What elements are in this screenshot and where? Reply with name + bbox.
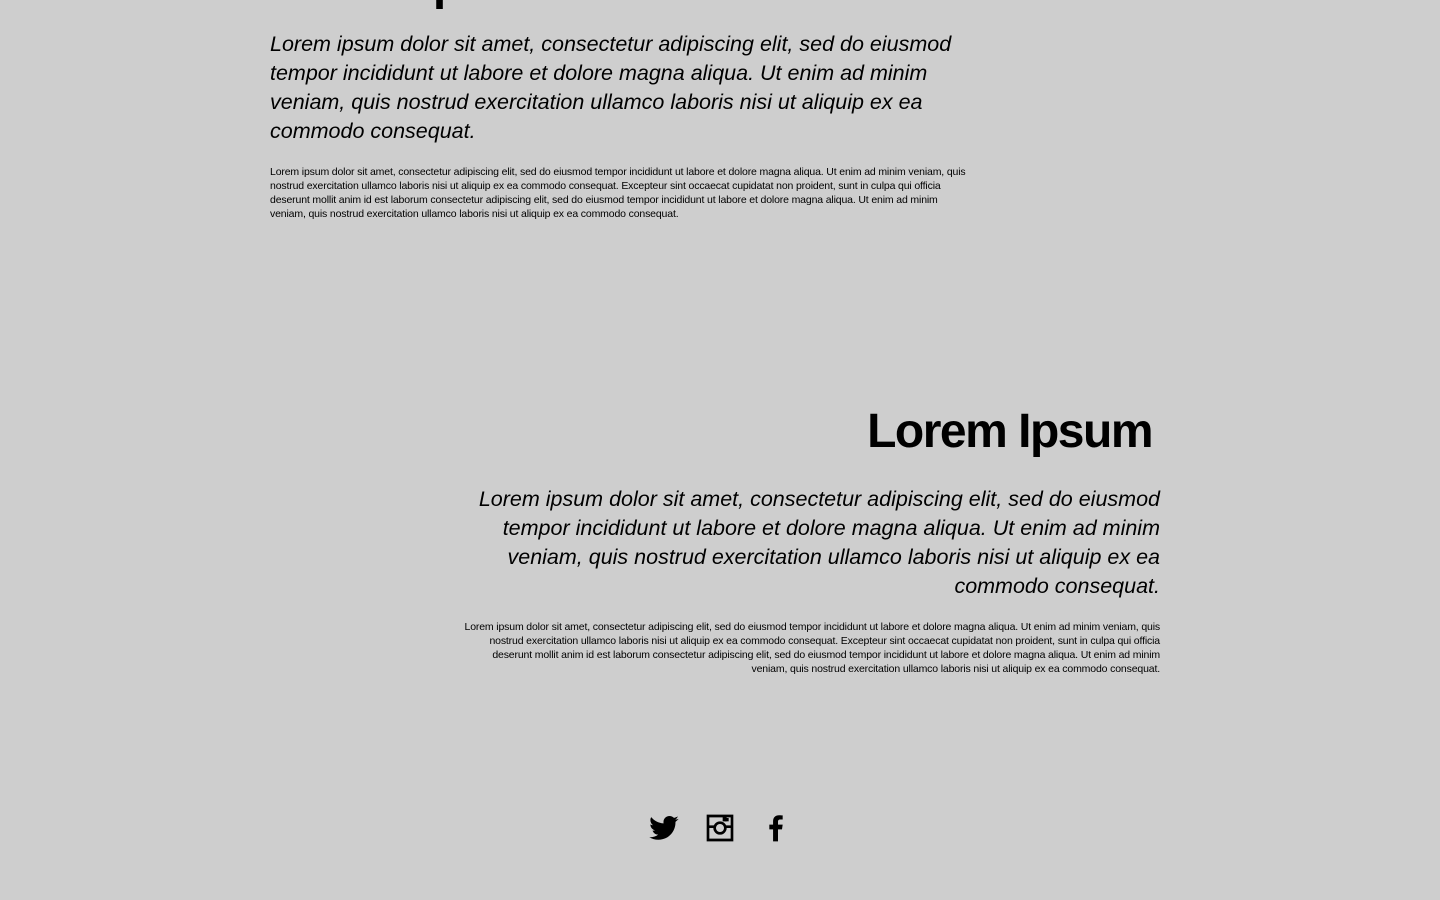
- social-links: [648, 812, 792, 844]
- section-two-lead: Lorem ipsum dolor sit amet, consectetur …: [478, 487, 1160, 598]
- section-two-heading: Lorem Ipsum: [867, 405, 1153, 458]
- facebook-icon: [769, 815, 783, 842]
- section-one-heading: Lorem Ipsum: [270, 0, 556, 8]
- instagram-link[interactable]: [704, 812, 736, 844]
- twitter-icon: [649, 816, 679, 840]
- section-two-body: Lorem ipsum dolor sit amet, consectetur …: [464, 621, 1161, 675]
- page: Lorem Ipsum Lorem ipsum dolor sit amet, …: [0, 0, 1440, 900]
- section-one-lead: Lorem ipsum dolor sit amet, consectetur …: [270, 32, 952, 143]
- twitter-link[interactable]: [648, 812, 680, 844]
- instagram-icon: [706, 814, 734, 842]
- facebook-link[interactable]: [760, 812, 792, 844]
- section-one-body: Lorem ipsum dolor sit amet, consectetur …: [270, 166, 966, 220]
